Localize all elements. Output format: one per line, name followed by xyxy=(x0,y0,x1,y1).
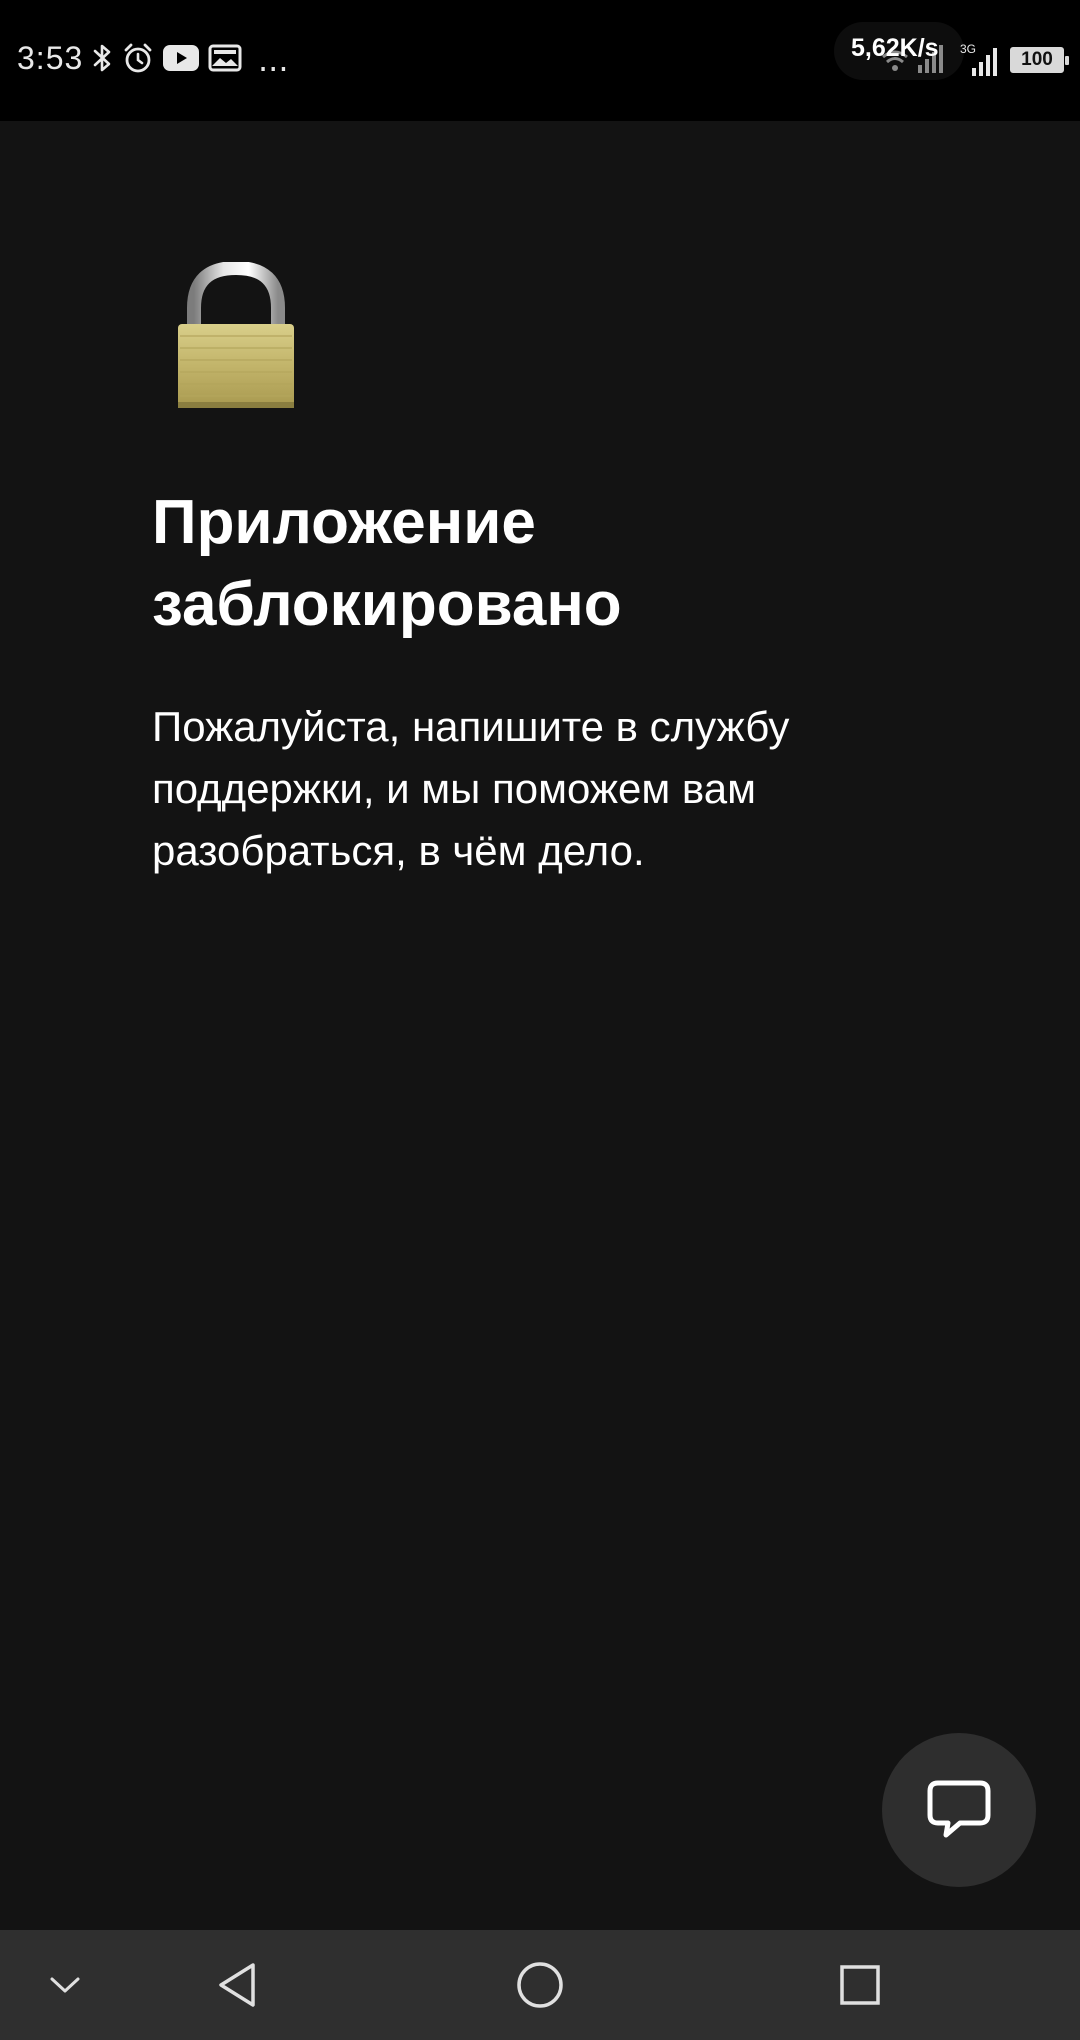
status-bar: 3:53 ... 5,62K/s 3G 100 xyxy=(0,0,1080,121)
image-icon xyxy=(208,44,242,77)
app-screen: 3:53 ... 5,62K/s 3G 100 Приложение забло… xyxy=(0,0,1080,2040)
battery-level: 100 xyxy=(1021,49,1053,70)
page-title: Приложение заблокировано xyxy=(152,488,622,639)
bluetooth-icon xyxy=(92,42,114,79)
home-button[interactable] xyxy=(500,1930,580,2040)
notification-icons: ... xyxy=(92,40,289,80)
network-speed: 5,62K/s xyxy=(851,34,939,62)
battery-indicator: 100 xyxy=(1010,47,1069,73)
support-chat-button[interactable] xyxy=(882,1733,1036,1887)
home-icon xyxy=(517,1962,563,2008)
navigation-bar xyxy=(0,1930,1080,2040)
back-button[interactable] xyxy=(200,1930,274,2040)
youtube-icon xyxy=(162,44,200,77)
status-time: 3:53 xyxy=(17,40,84,76)
chevron-down-icon xyxy=(50,1977,80,1993)
hide-nav-button[interactable] xyxy=(30,1930,100,2040)
more-notifications: ... xyxy=(258,41,289,79)
chat-bubble-icon xyxy=(927,1780,991,1838)
padlock-icon xyxy=(172,260,300,412)
alarm-icon xyxy=(122,42,154,79)
blocked-message: Пожалуйста, напишите в службу поддержки,… xyxy=(152,703,790,874)
recents-button[interactable] xyxy=(820,1930,900,2040)
back-icon xyxy=(219,1963,255,2007)
recents-icon xyxy=(840,1965,880,2005)
signal-icon xyxy=(970,44,1000,83)
